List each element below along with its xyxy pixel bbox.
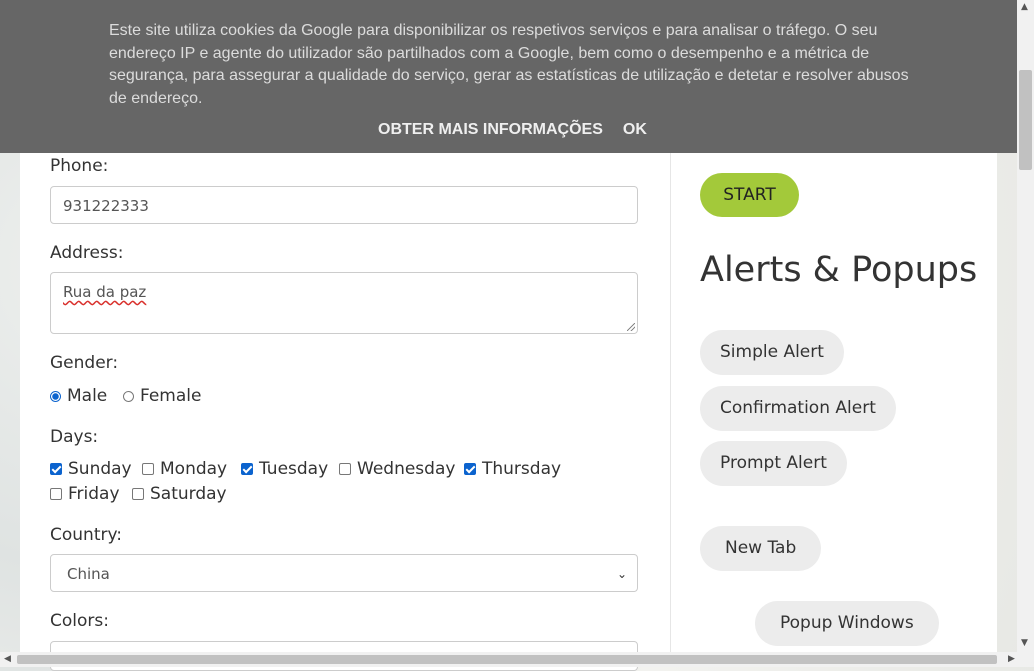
male-radio[interactable] (50, 390, 61, 402)
day-option-wednesday[interactable]: Wednesday (339, 459, 455, 479)
cookie-ok-button[interactable]: OK (623, 121, 647, 139)
address-label: Address: (50, 243, 124, 263)
cookie-banner-actions: OBTER MAIS INFORMAÇÕES OK (378, 121, 647, 139)
saturday-checkbox[interactable] (132, 488, 144, 500)
cookie-banner: Este site utiliza cookies da Google para… (0, 0, 1017, 153)
cookie-banner-text: Este site utiliza cookies da Google para… (109, 22, 909, 107)
alerts-popups-heading: Alerts & Popups (700, 250, 978, 290)
resize-grip-icon[interactable] (627, 323, 635, 331)
day-option-friday[interactable]: Friday (50, 484, 120, 504)
monday-label: Monday (160, 459, 228, 479)
gender-option-male[interactable]: Male (50, 386, 107, 406)
chevron-down-icon: ⌄ (616, 567, 627, 581)
tuesday-checkbox[interactable] (241, 463, 253, 475)
sunday-checkbox[interactable] (50, 463, 62, 475)
female-label: Female (140, 386, 202, 406)
friday-label: Friday (68, 484, 120, 504)
phone-value: 931222333 (63, 197, 149, 215)
vertical-scrollbar-thumb[interactable] (1019, 70, 1032, 170)
thursday-label: Thursday (482, 459, 562, 479)
new-tab-button[interactable]: New Tab (700, 526, 822, 571)
sunday-label: Sunday (68, 459, 132, 479)
day-option-monday[interactable]: Monday (142, 459, 227, 479)
saturday-label: Saturday (150, 484, 227, 504)
prompt-alert-button[interactable]: Prompt Alert (700, 441, 847, 486)
day-option-sunday[interactable]: Sunday (50, 459, 132, 479)
day-option-saturday[interactable]: Saturday (132, 484, 227, 504)
scroll-down-arrow-icon[interactable]: ▼ (1021, 638, 1028, 648)
female-radio[interactable] (123, 390, 134, 402)
address-textarea[interactable]: Rua da paz (50, 272, 638, 334)
days-label: Days: (50, 427, 99, 447)
scroll-right-arrow-icon[interactable]: ▶ (1008, 654, 1015, 664)
address-value: Rua da paz (63, 283, 147, 301)
day-option-thursday[interactable]: Thursday (464, 459, 561, 479)
thursday-checkbox[interactable] (464, 463, 476, 475)
male-label: Male (67, 386, 108, 406)
country-label: Country: (50, 525, 123, 545)
confirmation-alert-button[interactable]: Confirmation Alert (700, 386, 896, 431)
scroll-up-arrow-icon[interactable]: ▲ (1021, 2, 1028, 12)
colors-label: Colors: (50, 611, 109, 631)
simple-alert-button[interactable]: Simple Alert (700, 330, 844, 375)
more-info-link[interactable]: OBTER MAIS INFORMAÇÕES (378, 121, 603, 139)
start-button[interactable]: START (700, 173, 799, 217)
horizontal-scrollbar-thumb[interactable] (17, 655, 997, 664)
friday-checkbox[interactable] (50, 488, 62, 500)
country-value: China (67, 565, 110, 583)
scroll-left-arrow-icon[interactable]: ◀ (4, 654, 11, 664)
phone-input[interactable]: 931222333 (50, 186, 638, 224)
day-option-tuesday[interactable]: Tuesday (241, 459, 328, 479)
gender-label: Gender: (50, 353, 119, 373)
wednesday-checkbox[interactable] (339, 463, 351, 475)
column-divider (670, 150, 671, 652)
wednesday-label: Wednesday (357, 459, 456, 479)
tuesday-label: Tuesday (259, 459, 329, 479)
country-select[interactable]: China ⌄ (50, 554, 638, 592)
monday-checkbox[interactable] (142, 463, 154, 475)
popup-windows-button[interactable]: Popup Windows (755, 601, 939, 646)
phone-label: Phone: (50, 156, 109, 176)
gender-option-female[interactable]: Female (123, 386, 201, 406)
